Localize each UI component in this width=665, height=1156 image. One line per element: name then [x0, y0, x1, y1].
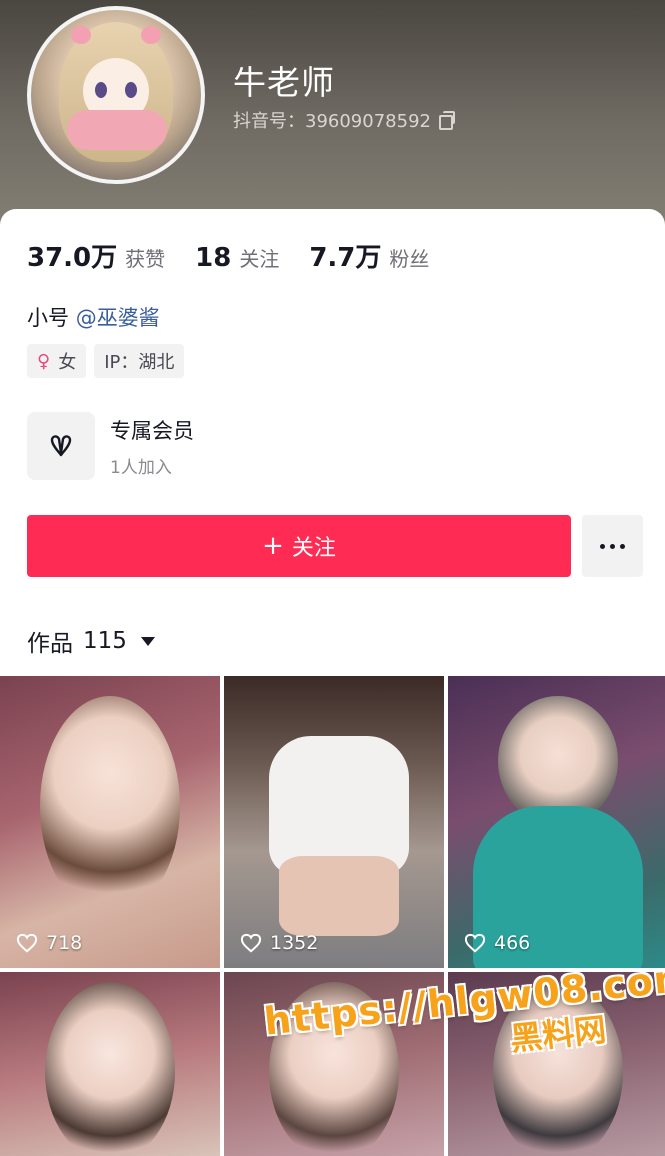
- like-count-value: 1352: [270, 932, 319, 954]
- gender-label: 女: [58, 352, 77, 373]
- avatar-scarf: [67, 110, 167, 150]
- follow-button-label: 关注: [291, 536, 336, 561]
- stat-following[interactable]: 18 关注: [195, 243, 279, 273]
- membership-title: 专属会员: [110, 418, 194, 443]
- follow-button[interactable]: + 关注: [27, 515, 571, 577]
- stat-followers-label: 粉丝: [389, 247, 430, 271]
- avatar-bow-left: [71, 26, 91, 44]
- works-label: 作品: [27, 631, 73, 657]
- more-dots-icon: [600, 543, 625, 549]
- profile-tags: ♀ 女 IP：湖北: [27, 344, 185, 378]
- alt-account-prefix: 小号: [27, 306, 69, 330]
- avatar[interactable]: [27, 6, 205, 184]
- video-thumbnail[interactable]: [0, 972, 220, 1156]
- alt-account-row: 小号 @巫婆酱: [27, 302, 160, 332]
- video-thumbnail[interactable]: 718: [0, 676, 220, 968]
- heart-icon: [464, 933, 486, 953]
- stat-followers-value: 7.7万: [309, 243, 382, 273]
- like-count: 1352: [240, 932, 318, 954]
- stat-likes-label: 获赞: [125, 247, 166, 271]
- membership-card[interactable]: 专属会员 1人加入: [27, 412, 194, 480]
- works-count: 115: [83, 628, 127, 654]
- douyin-id-row[interactable]: 抖音号：39609078592: [233, 107, 455, 133]
- works-tab[interactable]: 作品 115: [27, 624, 155, 658]
- membership-heart-icon: [27, 412, 95, 480]
- avatar-bow-right: [141, 26, 161, 44]
- like-count-value: 718: [46, 932, 83, 954]
- stat-following-label: 关注: [239, 247, 280, 271]
- ip-tag: IP：湖北: [94, 344, 185, 378]
- stat-followers[interactable]: 7.7万 粉丝: [309, 237, 429, 274]
- douyin-id: 抖音号：39609078592: [233, 111, 431, 132]
- like-count: 718: [16, 932, 82, 954]
- avatar-eye-right: [125, 82, 137, 98]
- profile-username: 牛老师: [233, 63, 335, 102]
- video-thumbnail[interactable]: 1352: [224, 676, 444, 968]
- heart-icon: [16, 933, 38, 953]
- profile-stats: 37.0万 获赞 18 关注 7.7万 粉丝: [27, 237, 459, 274]
- stat-following-value: 18: [195, 243, 232, 273]
- like-count-value: 466: [494, 932, 531, 954]
- alt-account-mention[interactable]: @巫婆酱: [76, 306, 160, 330]
- stat-likes-value: 37.0万: [27, 243, 118, 273]
- stat-likes[interactable]: 37.0万 获赞: [27, 237, 165, 274]
- caret-down-icon[interactable]: [140, 636, 155, 646]
- heart-icon: [240, 933, 262, 953]
- membership-subtitle: 1人加入: [110, 457, 172, 478]
- plus-icon: +: [262, 531, 284, 561]
- like-count: 466: [464, 932, 530, 954]
- more-options-button[interactable]: [582, 515, 643, 577]
- avatar-eye-left: [95, 82, 107, 98]
- video-thumbnail[interactable]: 466: [448, 676, 665, 968]
- ip-label: IP：湖北: [104, 352, 175, 373]
- copy-icon[interactable]: [437, 111, 455, 130]
- gender-tag: ♀ 女: [27, 344, 87, 378]
- female-icon: ♀: [37, 350, 51, 372]
